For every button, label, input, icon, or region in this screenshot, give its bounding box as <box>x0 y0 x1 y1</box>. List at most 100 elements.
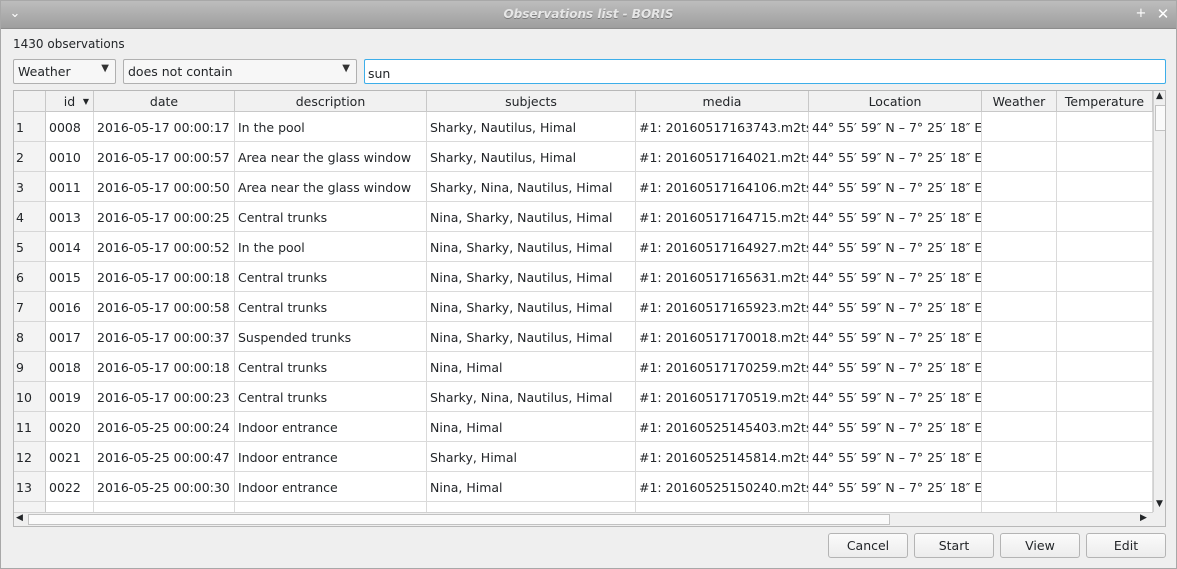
cell-description[interactable]: Indoor entrance <box>235 472 427 502</box>
cell-weather[interactable] <box>982 262 1057 292</box>
cell-temperature[interactable] <box>1057 112 1153 142</box>
edit-button[interactable]: Edit <box>1086 533 1166 558</box>
cell-media[interactable]: #1: 20160517170018.m2ts <box>636 322 809 352</box>
cell-weather[interactable] <box>982 322 1057 352</box>
cell-subjects[interactable]: Nina, Sharky, Nautilus, Himal <box>427 292 636 322</box>
column-header-temperature[interactable]: Temperature <box>1057 91 1153 112</box>
cell-subjects[interactable]: Nina, Sharky, Nautilus, Himal <box>427 232 636 262</box>
cell-media[interactable]: #1: 20160517170259.m2ts <box>636 352 809 382</box>
cell-date[interactable]: 2016-05-17 00:00:50 <box>94 172 235 202</box>
cell-media[interactable]: #1: 20160525150240.m2ts <box>636 472 809 502</box>
cell-media[interactable]: #1: 20160517164021.m2ts <box>636 142 809 172</box>
keep-above-icon[interactable]: + <box>1132 5 1150 23</box>
cell-id[interactable]: 0014 <box>46 232 94 262</box>
row-header[interactable]: 10 <box>14 382 46 412</box>
cell-media[interactable]: #1: 20160517170519.m2ts <box>636 382 809 412</box>
cell-date[interactable]: 2016-05-25 00:00:24 <box>94 412 235 442</box>
cell-subjects[interactable]: Nina, Himal <box>427 412 636 442</box>
cell-weather[interactable] <box>982 172 1057 202</box>
cell-temperature[interactable] <box>1057 172 1153 202</box>
cell-subjects[interactable]: Nina, Sharky, Nautilus, Himal <box>427 202 636 232</box>
start-button[interactable]: Start <box>914 533 994 558</box>
view-button[interactable]: View <box>1000 533 1080 558</box>
cell-description[interactable]: In the pool <box>235 232 427 262</box>
cell-date[interactable]: 2016-05-25 00:00:47 <box>94 442 235 472</box>
cell-date[interactable]: 2016-05-17 00:00:17 <box>94 112 235 142</box>
cell-location[interactable]: 44° 55′ 59″ N – 7° 25′ 18″ E <box>809 172 982 202</box>
cell-weather[interactable] <box>982 292 1057 322</box>
cell-weather[interactable] <box>982 352 1057 382</box>
cell-weather[interactable] <box>982 112 1057 142</box>
close-icon[interactable]: ✕ <box>1154 5 1172 23</box>
cell-date[interactable]: 2016-05-17 00:00:23 <box>94 382 235 412</box>
cell-description[interactable]: Suspended trunks <box>235 322 427 352</box>
column-header-description[interactable]: description <box>235 91 427 112</box>
title-bar[interactable]: ⌄ Observations list - BORIS + ✕ <box>1 1 1176 29</box>
cell-description[interactable]: Area near the glass window <box>235 172 427 202</box>
cell-location[interactable]: 44° 55′ 59″ N – 7° 25′ 18″ E <box>809 472 982 502</box>
column-header-date[interactable]: date <box>94 91 235 112</box>
cell-id[interactable]: 0010 <box>46 142 94 172</box>
cell-location[interactable]: 44° 55′ 59″ N – 7° 25′ 18″ E <box>809 262 982 292</box>
cell-media[interactable]: #1: 20160525145814.m2ts <box>636 442 809 472</box>
row-header[interactable]: 5 <box>14 232 46 262</box>
filter-field-select[interactable]: Weather ▼ <box>13 59 116 84</box>
cell-weather[interactable] <box>982 412 1057 442</box>
cell-temperature[interactable] <box>1057 352 1153 382</box>
cell-date[interactable]: 2016-05-17 00:00:57 <box>94 142 235 172</box>
cell-subjects[interactable]: Sharky, Nautilus, Himal <box>427 142 636 172</box>
column-header-subjects[interactable]: subjects <box>427 91 636 112</box>
cell-date[interactable]: 2016-05-17 00:00:18 <box>94 352 235 382</box>
cell-date[interactable]: 2016-05-17 00:00:58 <box>94 292 235 322</box>
cell-location[interactable]: 44° 55′ 59″ N – 7° 25′ 18″ E <box>809 142 982 172</box>
cell-location[interactable]: 44° 55′ 59″ N – 7° 25′ 18″ E <box>809 322 982 352</box>
cell-subjects[interactable]: Sharky, Nautilus, Himal <box>427 112 636 142</box>
cell-temperature[interactable] <box>1057 412 1153 442</box>
row-header[interactable]: 6 <box>14 262 46 292</box>
cell-weather[interactable] <box>982 202 1057 232</box>
scroll-right-icon[interactable]: ▶ <box>1140 513 1147 523</box>
cell-media[interactable]: #1: 20160517163743.m2ts <box>636 112 809 142</box>
scroll-down-icon[interactable]: ▼ <box>1156 499 1163 509</box>
cell-location[interactable]: 44° 55′ 59″ N – 7° 25′ 18″ E <box>809 382 982 412</box>
cell-temperature[interactable] <box>1057 292 1153 322</box>
cell-description[interactable]: Central trunks <box>235 352 427 382</box>
cell-weather[interactable] <box>982 232 1057 262</box>
filter-value-input[interactable] <box>364 59 1166 84</box>
cell-temperature[interactable] <box>1057 202 1153 232</box>
cell-date[interactable]: 2016-05-17 00:00:18 <box>94 262 235 292</box>
cancel-button[interactable]: Cancel <box>828 533 908 558</box>
cell-description[interactable]: Central trunks <box>235 262 427 292</box>
cell-subjects[interactable]: Nina, Himal <box>427 352 636 382</box>
cell-subjects[interactable]: Sharky, Nina, Nautilus, Himal <box>427 172 636 202</box>
horizontal-scroll-thumb[interactable] <box>28 514 890 525</box>
cell-id[interactable]: 0018 <box>46 352 94 382</box>
cell-id[interactable]: 0020 <box>46 412 94 442</box>
cell-date[interactable]: 2016-05-17 00:00:25 <box>94 202 235 232</box>
cell-media[interactable]: #1: 20160517165631.m2ts <box>636 262 809 292</box>
table-corner-header[interactable] <box>14 91 46 112</box>
cell-location[interactable]: 44° 55′ 59″ N – 7° 25′ 18″ E <box>809 352 982 382</box>
filter-operator-select[interactable]: does not contain ▼ <box>123 59 357 84</box>
cell-id[interactable]: 0021 <box>46 442 94 472</box>
vertical-scrollbar[interactable]: ▲ ▼ <box>1153 91 1165 512</box>
cell-media[interactable]: #1: 20160517164715.m2ts <box>636 202 809 232</box>
cell-date[interactable]: 2016-05-17 00:00:52 <box>94 232 235 262</box>
cell-weather[interactable] <box>982 442 1057 472</box>
cell-description[interactable]: Central trunks <box>235 382 427 412</box>
column-header-media[interactable]: media <box>636 91 809 112</box>
cell-id[interactable]: 0017 <box>46 322 94 352</box>
cell-media[interactable]: #1: 20160517164927.m2ts <box>636 232 809 262</box>
cell-description[interactable]: In the pool <box>235 112 427 142</box>
cell-location[interactable]: 44° 55′ 59″ N – 7° 25′ 18″ E <box>809 112 982 142</box>
cell-date[interactable]: 2016-05-17 00:00:37 <box>94 322 235 352</box>
cell-subjects[interactable]: Sharky, Himal <box>427 442 636 472</box>
column-header-location[interactable]: Location <box>809 91 982 112</box>
cell-media[interactable]: #1: 20160517164106.m2ts <box>636 172 809 202</box>
cell-location[interactable]: 44° 55′ 59″ N – 7° 25′ 18″ E <box>809 232 982 262</box>
cell-id[interactable]: 0015 <box>46 262 94 292</box>
row-header[interactable]: 11 <box>14 412 46 442</box>
column-header-weather[interactable]: Weather <box>982 91 1057 112</box>
horizontal-scrollbar[interactable]: ◀ ▶ <box>14 512 1153 526</box>
cell-subjects[interactable]: Nina, Sharky, Nautilus, Himal <box>427 262 636 292</box>
